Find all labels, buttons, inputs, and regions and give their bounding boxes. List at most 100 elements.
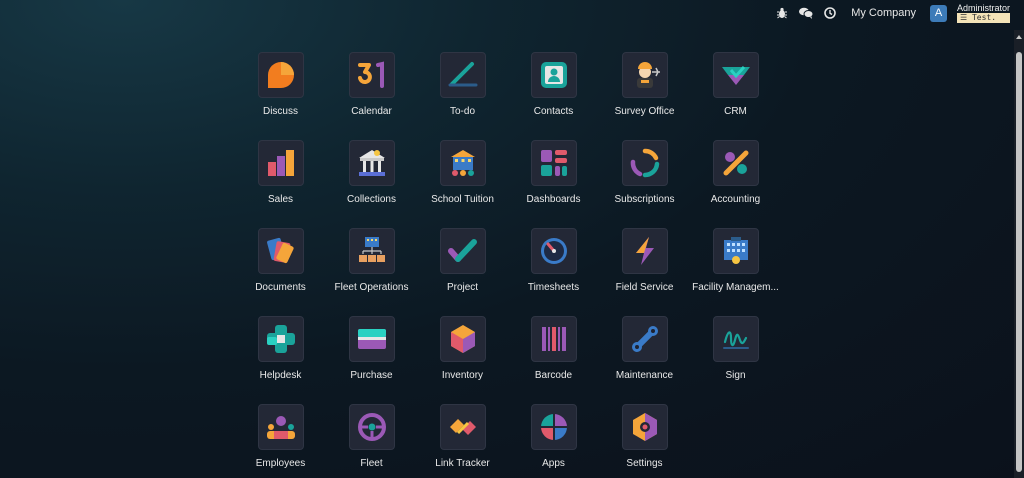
inventory-icon [439, 316, 486, 362]
app-maintenance[interactable]: Maintenance [599, 316, 690, 384]
bug-icon[interactable] [775, 6, 789, 20]
crm-icon [712, 52, 759, 98]
contacts-icon [530, 52, 577, 98]
sign-icon [712, 316, 759, 362]
systray: My Company A Administrator ☰ Test. [775, 0, 1010, 26]
app-field-service[interactable]: Field Service [599, 228, 690, 296]
app-label: Contacts [533, 106, 574, 117]
facility-management-icon [712, 228, 759, 274]
scrollbar-thumb[interactable] [1016, 52, 1022, 472]
app-collections[interactable]: Collections [326, 140, 417, 208]
app-label: Accounting [710, 194, 761, 205]
app-label: Helpdesk [259, 370, 302, 381]
timesheets-icon [530, 228, 577, 274]
collections-icon [348, 140, 395, 186]
field-service-icon [621, 228, 668, 274]
scrollbar[interactable] [1014, 30, 1024, 478]
scroll-up-arrow-icon[interactable] [1014, 30, 1024, 44]
app-survey-office[interactable]: Survey Office [599, 52, 690, 120]
chat-icon[interactable] [799, 6, 814, 20]
app-label: Calendar [351, 106, 392, 117]
app-label: Maintenance [615, 370, 674, 381]
user-menu[interactable]: Administrator ☰ Test. [956, 3, 1010, 23]
link-tracker-icon [439, 404, 486, 450]
fleet-icon [348, 404, 395, 450]
app-label: Barcode [534, 370, 573, 381]
app-todo[interactable]: To-do [417, 52, 508, 120]
app-label: CRM [724, 106, 747, 117]
app-apps[interactable]: Apps [508, 404, 599, 472]
app-employees[interactable]: Employees [235, 404, 326, 472]
clock-icon[interactable] [823, 6, 837, 20]
helpdesk-icon [257, 316, 304, 362]
sales-icon [257, 140, 304, 186]
documents-icon [257, 228, 304, 274]
calendar-icon [348, 52, 395, 98]
app-purchase[interactable]: Purchase [326, 316, 417, 384]
app-barcode[interactable]: Barcode [508, 316, 599, 384]
app-label: Apps [542, 458, 565, 469]
app-label: Sign [725, 370, 746, 381]
app-timesheets[interactable]: Timesheets [508, 228, 599, 296]
app-label: School Tuition [431, 194, 494, 205]
app-school-tuition[interactable]: School Tuition [417, 140, 508, 208]
app-label: Collections [347, 194, 396, 205]
project-icon [439, 228, 486, 274]
app-accounting[interactable]: Accounting [690, 140, 781, 208]
app-discuss[interactable]: Discuss [235, 52, 326, 120]
app-label: Purchase [350, 370, 393, 381]
app-label: Inventory [441, 370, 484, 381]
app-label: Employees [255, 458, 306, 469]
database-name: Test. [971, 13, 997, 22]
app-label: Subscriptions [614, 194, 675, 205]
app-project[interactable]: Project [417, 228, 508, 296]
app-sign[interactable]: Sign [690, 316, 781, 384]
app-dashboards[interactable]: Dashboards [508, 140, 599, 208]
app-label: Dashboards [526, 194, 581, 205]
app-facility-management[interactable]: Facility Managem... [690, 228, 781, 296]
app-calendar[interactable]: Calendar [326, 52, 417, 120]
apps-icon [530, 404, 577, 450]
survey-office-icon [621, 52, 668, 98]
maintenance-icon [621, 316, 668, 362]
app-label: Documents [255, 282, 306, 293]
app-helpdesk[interactable]: Helpdesk [235, 316, 326, 384]
app-label: Survey Office [614, 106, 675, 117]
app-label: Discuss [262, 106, 298, 117]
app-label: Project [446, 282, 479, 293]
app-fleet-operations[interactable]: Fleet Operations [326, 228, 417, 296]
purchase-icon [348, 316, 395, 362]
app-label: Facility Managem... [692, 282, 779, 293]
app-documents[interactable]: Documents [235, 228, 326, 296]
app-label: To-do [449, 106, 475, 117]
barcode-icon [530, 316, 577, 362]
dashboards-icon [530, 140, 577, 186]
app-sales[interactable]: Sales [235, 140, 326, 208]
app-contacts[interactable]: Contacts [508, 52, 599, 120]
app-label: Sales [267, 194, 293, 205]
database-badge: ☰ Test. [956, 13, 1010, 23]
settings-icon [621, 404, 668, 450]
user-avatar[interactable]: A [929, 4, 947, 22]
app-inventory[interactable]: Inventory [417, 316, 508, 384]
app-label: Settings [626, 458, 663, 469]
app-label: Link Tracker [435, 458, 490, 469]
discuss-icon [257, 52, 304, 98]
app-settings[interactable]: Settings [599, 404, 690, 472]
app-link-tracker[interactable]: Link Tracker [417, 404, 508, 472]
app-label: Timesheets [527, 282, 580, 293]
app-label: Fleet Operations [334, 282, 409, 293]
subscriptions-icon [621, 140, 668, 186]
app-grid: Discuss Calendar To-do Contacts Survey O… [235, 52, 781, 472]
app-subscriptions[interactable]: Subscriptions [599, 140, 690, 208]
user-name: Administrator [956, 3, 1010, 13]
app-fleet[interactable]: Fleet [326, 404, 417, 472]
company-switcher[interactable]: My Company [851, 7, 916, 19]
app-label: Field Service [615, 282, 674, 293]
app-label: Fleet [360, 458, 383, 469]
todo-icon [439, 52, 486, 98]
employees-icon [257, 404, 304, 450]
app-crm[interactable]: CRM [690, 52, 781, 120]
accounting-icon [712, 140, 759, 186]
fleet-operations-icon [348, 228, 395, 274]
